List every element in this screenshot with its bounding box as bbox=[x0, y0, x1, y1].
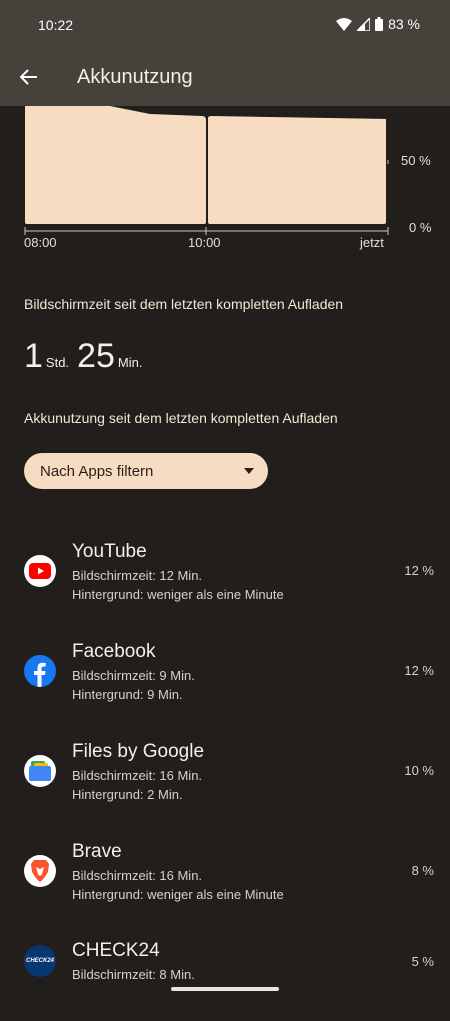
youtube-icon bbox=[24, 555, 56, 587]
app-screen-time: Bildschirmzeit: 9 Min. bbox=[72, 668, 195, 683]
app-screen-time: Bildschirmzeit: 16 Min. bbox=[72, 868, 203, 883]
x-tick-label-jetzt: jetzt bbox=[360, 235, 384, 250]
filter-apps-dropdown[interactable]: Nach Apps filtern bbox=[24, 453, 268, 489]
screen-time-minutes: 25 bbox=[77, 337, 115, 375]
brave-icon bbox=[24, 855, 56, 887]
app-background-time: Hintergrund: weniger als eine Minute bbox=[72, 587, 284, 602]
app-name: CHECK24 bbox=[72, 940, 160, 961]
app-background-time: Hintergrund: weniger als eine Minute bbox=[72, 887, 284, 902]
screen-time-hours-unit: Std. bbox=[45, 355, 70, 370]
gesture-bar[interactable] bbox=[171, 987, 279, 991]
app-background-time: Hintergrund: 9 Min. bbox=[72, 687, 183, 702]
app-name: Files by Google bbox=[72, 741, 205, 762]
app-row-brave[interactable]: Brave Bildschirmzeit: 16 Min. Hintergrun… bbox=[0, 841, 450, 921]
battery-area-segment-2 bbox=[208, 116, 386, 224]
app-row-check24[interactable]: CHECK24 CHECK24 Bildschirmzeit: 8 Min. 5… bbox=[0, 940, 450, 1021]
arrow-back-icon bbox=[20, 69, 37, 85]
battery-percent: 83 % bbox=[388, 16, 420, 32]
battery-chart-svg bbox=[24, 106, 389, 235]
battery-icon bbox=[375, 17, 384, 31]
x-tick-label-1000: 10:00 bbox=[188, 235, 221, 250]
app-screen-time: Bildschirmzeit: 16 Min. bbox=[72, 768, 203, 783]
files-icon bbox=[24, 755, 56, 787]
status-bar: 10:22 83 % bbox=[0, 0, 450, 48]
status-icons: 83 % bbox=[336, 16, 420, 32]
check24-icon: CHECK24 bbox=[24, 945, 56, 977]
screen-time-minutes-unit: Min. bbox=[117, 355, 143, 370]
status-time: 10:22 bbox=[38, 17, 74, 33]
app-row-facebook[interactable]: Facebook Bildschirmzeit: 9 Min. Hintergr… bbox=[0, 641, 450, 721]
page-title: Akkunutzung bbox=[77, 66, 193, 88]
facebook-icon bbox=[24, 655, 56, 687]
back-button[interactable] bbox=[14, 62, 44, 92]
app-name: YouTube bbox=[72, 541, 147, 562]
dropdown-arrow-icon bbox=[244, 468, 254, 474]
screen-time-label: Bildschirmzeit seit dem letzten komplett… bbox=[24, 296, 344, 312]
screen-time-value: 1 Std. 25 Min. bbox=[24, 337, 150, 376]
app-percent: 5 % bbox=[411, 954, 434, 969]
app-row-youtube[interactable]: YouTube Bildschirmzeit: 12 Min. Hintergr… bbox=[0, 541, 450, 621]
screen-time-hours: 1 bbox=[24, 337, 43, 375]
wifi-icon bbox=[336, 17, 353, 31]
x-tick-label-0800: 08:00 bbox=[24, 235, 57, 250]
battery-area-segment-1 bbox=[25, 106, 206, 224]
app-bar: Akkunutzung bbox=[0, 48, 450, 106]
check24-logo-text: CHECK24 bbox=[25, 958, 54, 964]
app-background-time: Hintergrund: 2 Min. bbox=[72, 787, 183, 802]
app-screen-time: Bildschirmzeit: 12 Min. bbox=[72, 568, 203, 583]
app-percent: 12 % bbox=[404, 563, 434, 578]
y-tick-label-50: 50 % bbox=[401, 153, 431, 168]
signal-icon bbox=[357, 17, 371, 31]
app-name: Brave bbox=[72, 841, 122, 862]
y-tick-label-0: 0 % bbox=[409, 220, 432, 235]
app-percent: 10 % bbox=[404, 763, 434, 778]
app-name: Facebook bbox=[72, 641, 156, 662]
app-percent: 8 % bbox=[411, 863, 434, 878]
battery-usage-label: Akkunutzung seit dem letzten kompletten … bbox=[24, 410, 338, 426]
app-percent: 12 % bbox=[404, 663, 434, 678]
app-row-files-by-google[interactable]: Files by Google Bildschirmzeit: 16 Min. … bbox=[0, 741, 450, 821]
filter-apps-label: Nach Apps filtern bbox=[40, 462, 154, 480]
app-screen-time: Bildschirmzeit: 8 Min. bbox=[72, 967, 195, 982]
battery-chart: 50 % 0 % 08:00 10:00 jetzt bbox=[0, 106, 450, 256]
